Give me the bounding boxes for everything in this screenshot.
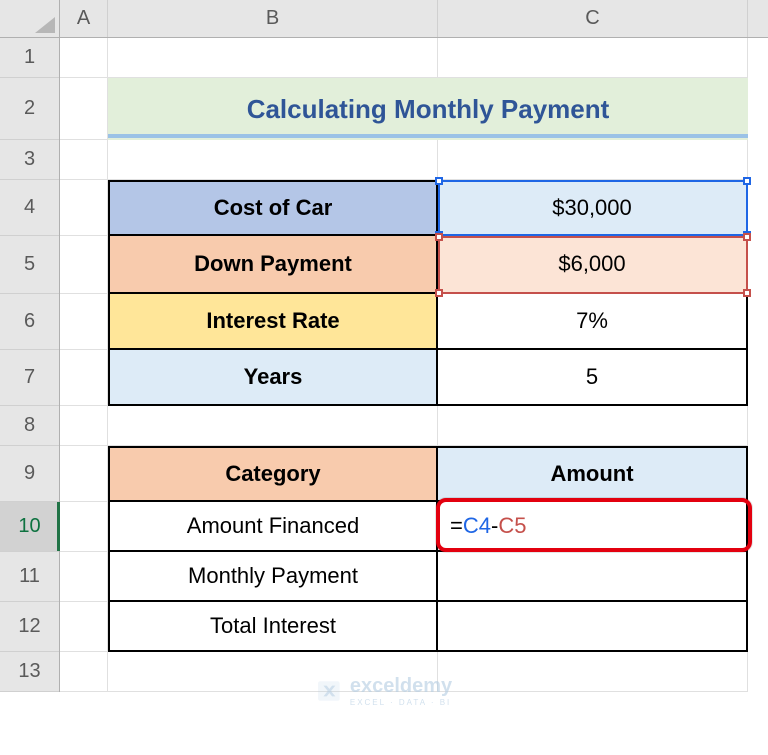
cell-A1[interactable]	[60, 38, 108, 78]
formula-ref-c4: C4	[463, 513, 491, 539]
row-header-9[interactable]: 9	[0, 446, 59, 502]
cell-A13[interactable]	[60, 652, 108, 692]
cost-label-cell[interactable]: Cost of Car	[108, 180, 438, 236]
watermark-sub: EXCEL · DATA · BI	[350, 698, 452, 707]
row-headers: 12345678910111213	[0, 38, 60, 692]
cell-A10[interactable]	[60, 502, 108, 552]
formula-equals: =	[450, 513, 463, 539]
formula-cell-c10[interactable]: =C4-C5	[438, 502, 748, 552]
category-header: Category	[225, 461, 320, 487]
amount-financed-label: Amount Financed	[187, 513, 359, 539]
cell-C8[interactable]	[438, 406, 748, 446]
row-header-13[interactable]: 13	[0, 652, 59, 692]
worksheet-grid[interactable]: Calculating Monthly Payment Cost of Car …	[60, 38, 768, 755]
col-header-A[interactable]: A	[60, 0, 108, 37]
cell-B1[interactable]	[108, 38, 438, 78]
total-interest-label-cell[interactable]: Total Interest	[108, 602, 438, 652]
rate-label: Interest Rate	[206, 308, 339, 334]
select-all-corner[interactable]	[0, 0, 60, 38]
years-label-cell[interactable]: Years	[108, 350, 438, 406]
row-header-3[interactable]: 3	[0, 140, 59, 180]
col-header-C[interactable]: C	[438, 0, 748, 37]
row-header-12[interactable]: 12	[0, 602, 59, 652]
cost-value: $30,000	[552, 195, 632, 221]
cell-A6[interactable]	[60, 294, 108, 350]
cell-C12[interactable]	[438, 602, 748, 652]
row-header-10[interactable]: 10	[0, 502, 59, 552]
down-value-cell[interactable]: $6,000	[438, 236, 748, 294]
years-value: 5	[586, 364, 598, 390]
excel-icon	[316, 678, 342, 704]
formula-minus: -	[491, 513, 498, 539]
cell-C13[interactable]	[438, 652, 748, 692]
rate-label-cell[interactable]: Interest Rate	[108, 294, 438, 350]
watermark: exceldemy EXCEL · DATA · BI	[316, 675, 452, 707]
down-label-cell[interactable]: Down Payment	[108, 236, 438, 294]
amount-header: Amount	[550, 461, 633, 487]
row-header-4[interactable]: 4	[0, 180, 59, 236]
row-header-8[interactable]: 8	[0, 406, 59, 446]
title-cell[interactable]: Calculating Monthly Payment	[108, 78, 748, 140]
cell-A8[interactable]	[60, 406, 108, 446]
row-header-1[interactable]: 1	[0, 38, 59, 78]
rate-value-cell[interactable]: 7%	[438, 294, 748, 350]
cell-C1[interactable]	[438, 38, 748, 78]
watermark-name: exceldemy	[350, 675, 452, 697]
down-label: Down Payment	[194, 251, 352, 277]
formula-ref-c5: C5	[498, 513, 526, 539]
cost-label: Cost of Car	[214, 195, 333, 221]
years-label: Years	[244, 364, 303, 390]
cell-A7[interactable]	[60, 350, 108, 406]
cell-A4[interactable]	[60, 180, 108, 236]
cell-C11[interactable]	[438, 552, 748, 602]
cell-A12[interactable]	[60, 602, 108, 652]
row-header-6[interactable]: 6	[0, 294, 59, 350]
row-header-2[interactable]: 2	[0, 78, 59, 140]
amount-financed-label-cell[interactable]: Amount Financed	[108, 502, 438, 552]
cell-A5[interactable]	[60, 236, 108, 294]
col-header-B[interactable]: B	[108, 0, 438, 37]
row-header-11[interactable]: 11	[0, 552, 59, 602]
category-header-cell[interactable]: Category	[108, 446, 438, 502]
total-interest-label: Total Interest	[210, 613, 336, 639]
cost-value-cell[interactable]: $30,000	[438, 180, 748, 236]
years-value-cell[interactable]: 5	[438, 350, 748, 406]
monthly-payment-label-cell[interactable]: Monthly Payment	[108, 552, 438, 602]
monthly-payment-label: Monthly Payment	[188, 563, 358, 589]
cell-A2[interactable]	[60, 78, 108, 140]
cell-B3[interactable]	[108, 140, 438, 180]
row-header-5[interactable]: 5	[0, 236, 59, 294]
title-text: Calculating Monthly Payment	[247, 94, 610, 125]
formula-text: =C4-C5	[450, 513, 526, 539]
column-headers: A B C	[60, 0, 768, 38]
cell-B8[interactable]	[108, 406, 438, 446]
cell-A3[interactable]	[60, 140, 108, 180]
amount-header-cell[interactable]: Amount	[438, 446, 748, 502]
title-underline	[108, 134, 748, 138]
down-value: $6,000	[558, 251, 625, 277]
cell-A9[interactable]	[60, 446, 108, 502]
cell-A11[interactable]	[60, 552, 108, 602]
rate-value: 7%	[576, 308, 608, 334]
cell-C3[interactable]	[438, 140, 748, 180]
row-header-7[interactable]: 7	[0, 350, 59, 406]
